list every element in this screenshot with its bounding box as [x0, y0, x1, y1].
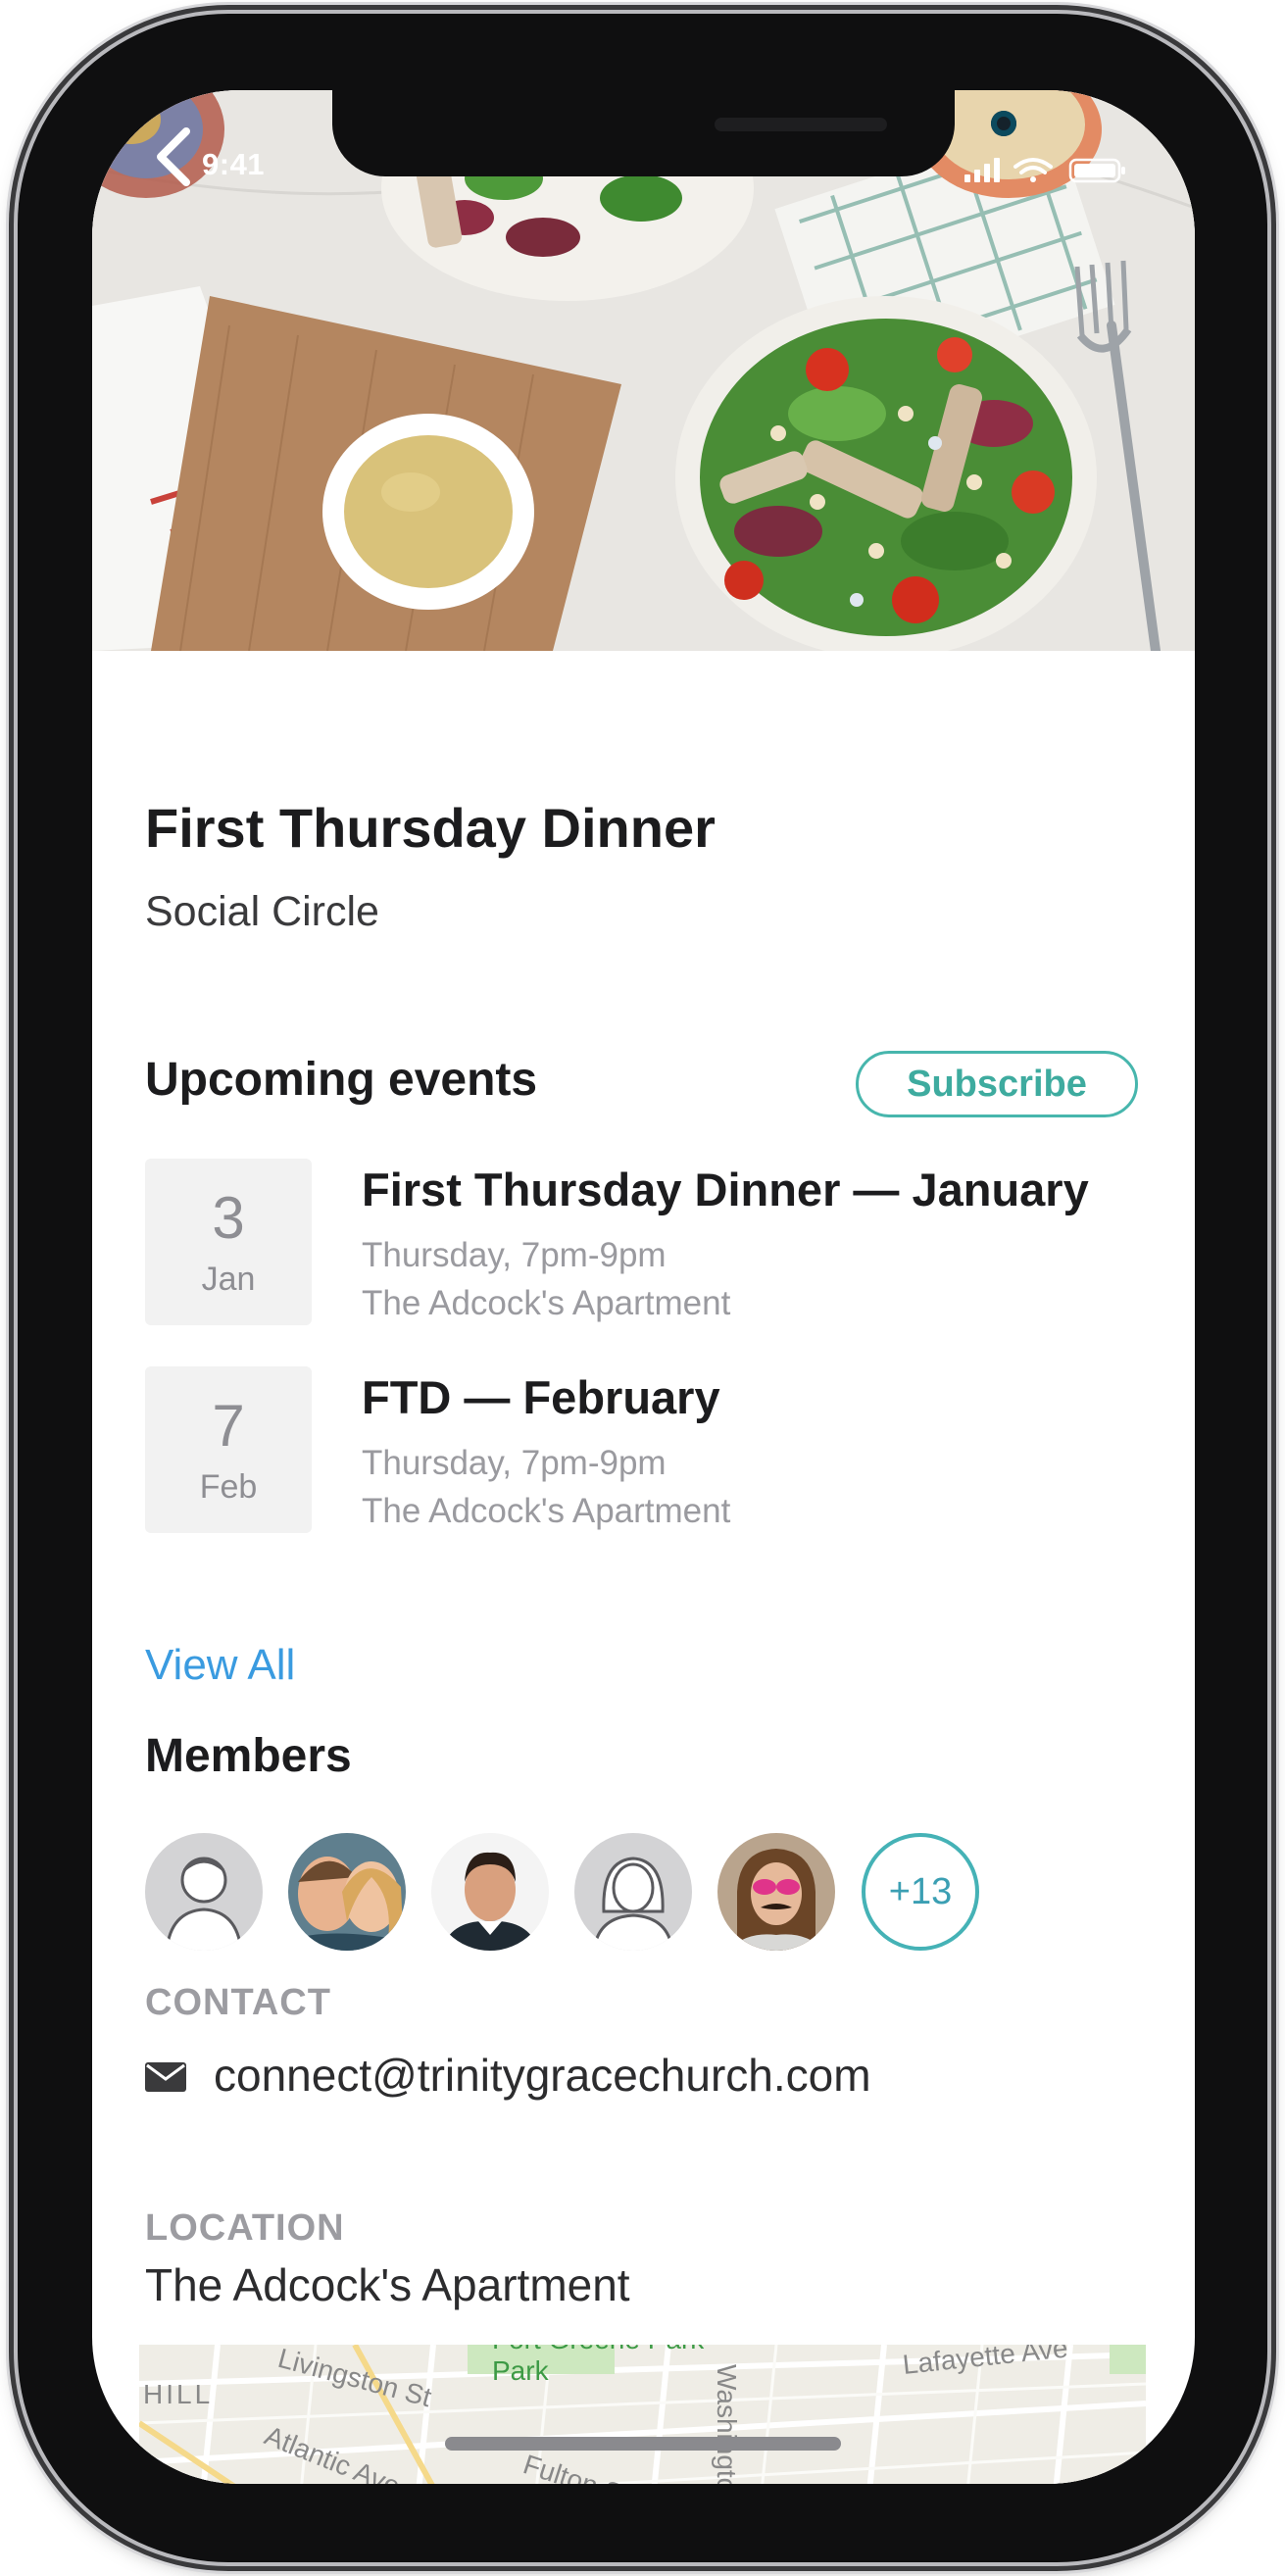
map-park-label: Park — [492, 2355, 550, 2386]
location-label: LOCATION — [145, 2207, 345, 2249]
event-time: Thursday, 7pm-9pm — [362, 1236, 667, 1274]
phone-screen: 9:41 First Thursday Dinner Social Circle… — [92, 90, 1195, 2484]
earpiece-speaker — [715, 118, 887, 131]
event-date-badge: 7 Feb — [145, 1366, 312, 1533]
subscribe-button[interactable]: Subscribe — [856, 1051, 1138, 1117]
map-park-label: Fort Greene Park — [492, 2345, 705, 2354]
event-location: The Adcock's Apartment — [362, 1284, 731, 1322]
map-street-label: Washington Ave — [712, 2364, 742, 2484]
home-indicator[interactable] — [445, 2437, 841, 2451]
device-notch — [332, 90, 1016, 176]
event-location: The Adcock's Apartment — [362, 1492, 731, 1530]
back-button[interactable] — [149, 124, 200, 190]
event-item[interactable]: 3 Jan First Thursday Dinner — January Th… — [145, 1159, 1145, 1325]
event-month: Feb — [199, 1468, 258, 1506]
member-photo — [431, 1833, 549, 1951]
user-placeholder-icon — [145, 1833, 263, 1951]
group-title: First Thursday Dinner — [145, 797, 716, 859]
members-avatar-row: +13 — [145, 1833, 1027, 1955]
member-avatar[interactable] — [431, 1833, 549, 1951]
battery-icon — [1068, 158, 1125, 183]
status-time: 9:41 — [202, 147, 266, 181]
wifi-icon — [1013, 158, 1053, 182]
cellular-signal-icon — [964, 158, 1000, 182]
member-photo — [288, 1833, 406, 1951]
event-date-badge: 3 Jan — [145, 1159, 312, 1325]
event-day: 3 — [212, 1185, 245, 1251]
event-title: FTD — February — [362, 1371, 720, 1423]
more-members-badge[interactable]: +13 — [862, 1833, 979, 1951]
envelope-icon — [145, 2062, 186, 2092]
member-avatar[interactable] — [288, 1833, 406, 1951]
location-name: The Adcock's Apartment — [145, 2259, 630, 2310]
member-avatar[interactable] — [717, 1833, 835, 1951]
event-time: Thursday, 7pm-9pm — [362, 1444, 667, 1482]
map-area-label: HILL — [143, 2379, 213, 2409]
member-avatar[interactable] — [145, 1833, 263, 1951]
event-title: First Thursday Dinner — January — [362, 1164, 1089, 1215]
group-subtitle: Social Circle — [145, 888, 379, 935]
user-placeholder-icon — [574, 1833, 692, 1951]
event-item[interactable]: 7 Feb FTD — February Thursday, 7pm-9pm T… — [145, 1366, 1145, 1533]
event-day: 7 — [212, 1393, 245, 1459]
contact-label: CONTACT — [145, 1982, 331, 2023]
upcoming-events-heading: Upcoming events — [145, 1054, 538, 1106]
view-all-events-link[interactable]: View All — [145, 1641, 295, 1690]
member-avatar[interactable] — [574, 1833, 692, 1951]
location-map[interactable]: Livingston St HILL Atlantic Ave Fulton S… — [139, 2345, 1146, 2484]
event-month: Jan — [201, 1261, 256, 1298]
chevron-left-icon — [157, 127, 190, 186]
status-icons — [964, 155, 1141, 184]
group-cover-photo: 9:41 — [92, 90, 1195, 651]
members-heading: Members — [145, 1730, 352, 1782]
contact-email-link[interactable]: connect@trinitygracechurch.com — [214, 2049, 871, 2102]
front-camera — [991, 111, 1016, 136]
member-photo — [717, 1833, 835, 1951]
